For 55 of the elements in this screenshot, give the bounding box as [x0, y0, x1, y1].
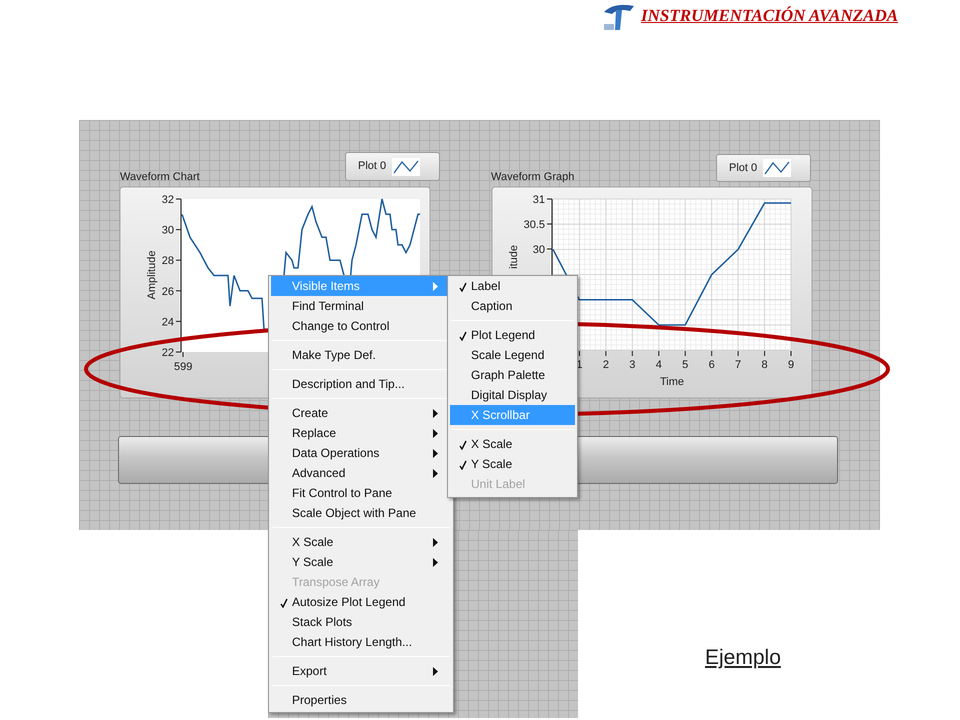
- menu-item[interactable]: Export: [271, 661, 451, 681]
- plot-legend[interactable]: Plot 0: [345, 152, 440, 181]
- tick-label: 31: [532, 194, 545, 206]
- menu-item[interactable]: Change to Control: [271, 316, 451, 336]
- tick-label: 6: [708, 359, 715, 371]
- menu-item[interactable]: Stack Plots: [271, 612, 451, 632]
- tick-label: 599: [174, 361, 192, 373]
- tick-label: 32: [162, 194, 174, 206]
- axis-label: Amplitude: [146, 250, 158, 300]
- menu-item[interactable]: Scale Object with Pane: [271, 503, 451, 523]
- menu-item[interactable]: Data Operations: [271, 443, 451, 463]
- legend-label: Plot 0: [358, 159, 386, 174]
- menu-item[interactable]: Scale Legend: [450, 345, 575, 365]
- menu-item[interactable]: Create: [271, 403, 451, 423]
- menu-item[interactable]: Graph Palette: [450, 365, 575, 385]
- menu-item[interactable]: X Scale: [271, 532, 451, 552]
- plot-legend[interactable]: Plot 0: [716, 154, 811, 182]
- tick-label: 2: [602, 359, 609, 371]
- axis-label: Time: [660, 376, 684, 388]
- tick-label: 26: [162, 286, 174, 298]
- menu-item[interactable]: Advanced: [271, 463, 451, 483]
- axis-label: itude: [508, 245, 520, 269]
- menu-item[interactable]: Digital Display: [450, 385, 575, 405]
- menu-item[interactable]: Y Scale: [450, 454, 575, 474]
- menu-item[interactable]: Find Terminal: [271, 296, 451, 316]
- tick-label: 28: [162, 255, 174, 268]
- menu-item[interactable]: X Scale: [450, 434, 575, 454]
- plot-line-icon: [392, 158, 420, 176]
- menu-item[interactable]: Caption: [450, 296, 575, 316]
- tick-label: 3: [629, 359, 636, 371]
- menu-item[interactable]: Label: [450, 276, 575, 296]
- menu-item[interactable]: Make Type Def.: [271, 345, 451, 365]
- tick-label: 9: [788, 359, 794, 371]
- chart-label: Waveform Graph: [491, 170, 574, 185]
- menu-item[interactable]: Fit Control to Pane: [271, 483, 451, 503]
- menu-item[interactable]: Properties: [271, 690, 451, 710]
- tick-label: 24: [162, 316, 174, 328]
- tick-label: 5: [682, 359, 688, 371]
- tick-label: 30: [532, 244, 545, 256]
- tick-label: 7: [735, 359, 742, 371]
- menu-item[interactable]: Chart History Length...: [271, 632, 451, 652]
- header-title: INSTRUMENTACIÓN AVANZADA: [641, 5, 898, 27]
- tick-label: 30.5: [524, 219, 545, 231]
- menu-item[interactable]: Replace: [271, 423, 451, 443]
- menu-item[interactable]: Plot Legend: [450, 325, 575, 345]
- menu-item[interactable]: Description and Tip...: [271, 374, 451, 394]
- chart-label: Waveform Chart: [120, 170, 200, 185]
- legend-label: Plot 0: [729, 160, 758, 176]
- plot-line-icon: [763, 159, 792, 177]
- tick-label: 4: [656, 359, 662, 371]
- tick-label: 8: [762, 359, 768, 371]
- tick-label: 30: [162, 224, 174, 237]
- tick-label: 22: [162, 347, 174, 359]
- menu-item[interactable]: Autosize Plot Legend: [271, 592, 451, 612]
- menu-item[interactable]: Y Scale: [271, 552, 451, 572]
